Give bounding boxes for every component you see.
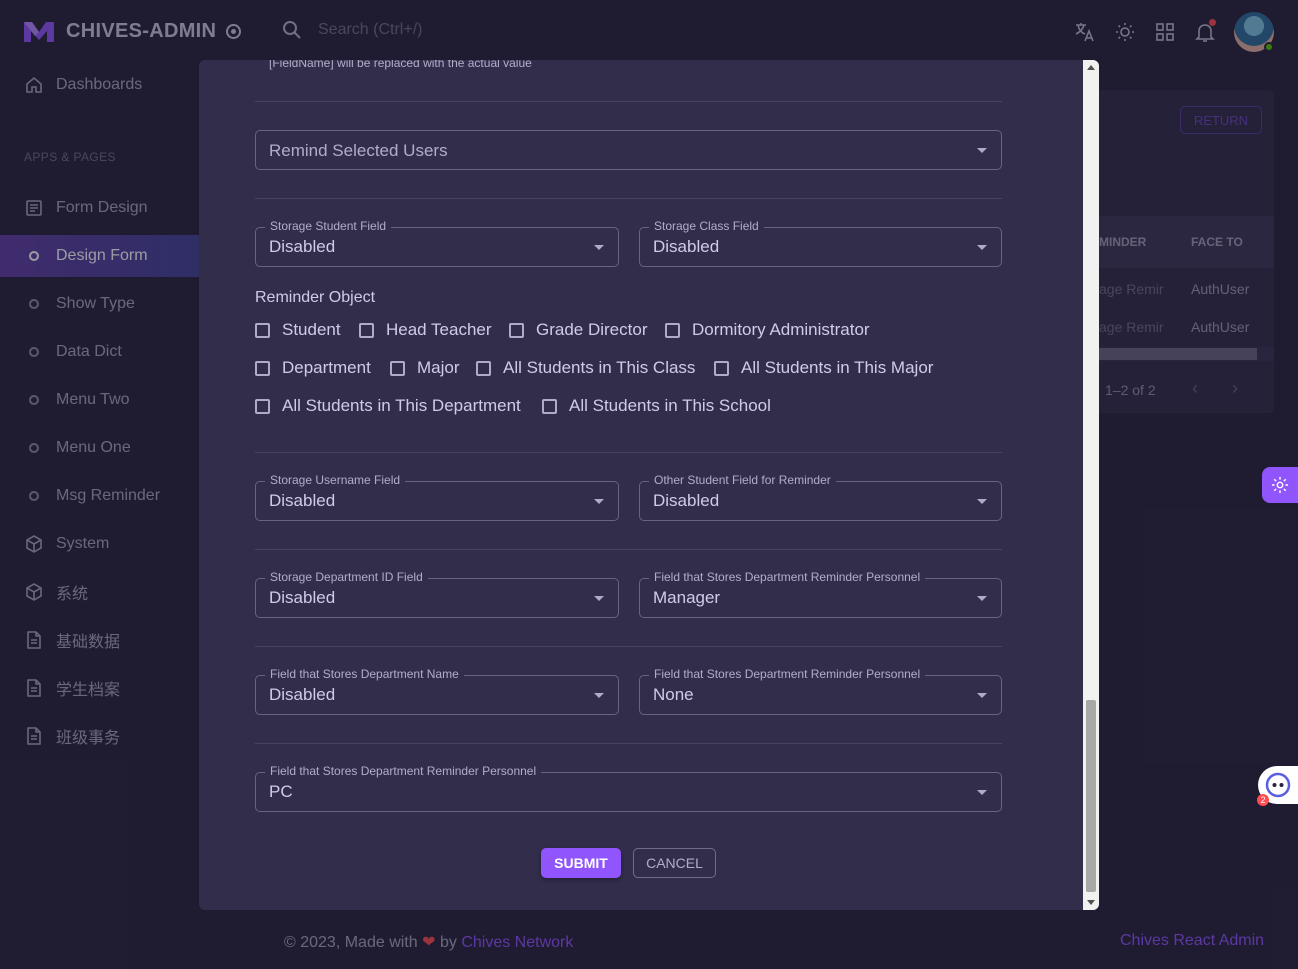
checkbox-grade-director[interactable]: Grade Director — [509, 320, 647, 340]
checkbox-major[interactable]: Major — [390, 358, 460, 378]
submit-button[interactable]: SUBMIT — [541, 848, 621, 878]
dialog-scrollbar[interactable] — [1083, 60, 1099, 910]
checkbox-icon[interactable] — [255, 322, 270, 338]
field-value: Disabled — [269, 685, 336, 704]
checkbox-label: Major — [417, 358, 460, 377]
checkbox-label: All Students in This School — [569, 396, 771, 415]
checkbox-icon[interactable] — [255, 360, 270, 376]
field-label: Other Student Field for Reminder — [649, 473, 836, 487]
checkbox-icon[interactable] — [509, 322, 524, 338]
field-label: Field that Stores Department Name — [265, 667, 464, 681]
field-value: None — [653, 685, 694, 704]
checkbox-all-students-school[interactable]: All Students in This School — [542, 396, 771, 416]
storage-student-field-select[interactable]: Storage Student Field Disabled — [255, 219, 619, 267]
storage-department-id-select[interactable]: Storage Department ID Field Disabled — [255, 570, 619, 618]
checkbox-label: Grade Director — [536, 320, 648, 339]
divider — [255, 198, 1002, 199]
divider — [255, 101, 1002, 102]
checkbox-icon[interactable] — [390, 360, 405, 376]
department-name-select[interactable]: Field that Stores Department Name Disabl… — [255, 667, 619, 715]
storage-class-field-select[interactable]: Storage Class Field Disabled — [639, 219, 1002, 267]
customizer-gear-icon[interactable] — [1262, 467, 1298, 503]
field-value: Disabled — [269, 491, 336, 510]
checkbox-all-students-department[interactable]: All Students in This Department — [255, 396, 521, 416]
checkbox-label: All Students in This Major — [741, 358, 934, 377]
chevron-down-icon — [977, 790, 987, 795]
field-value: PC — [269, 782, 293, 801]
chevron-down-icon — [594, 499, 604, 504]
department-reminder-personnel-select[interactable]: Field that Stores Department Reminder Pe… — [639, 570, 1002, 618]
field-value: Disabled — [269, 237, 336, 256]
checkbox-all-students-class[interactable]: All Students in This Class — [476, 358, 695, 378]
divider — [255, 743, 1002, 744]
department-reminder-personnel-select-3[interactable]: Field that Stores Department Reminder Pe… — [255, 764, 1002, 812]
chevron-down-icon — [594, 596, 604, 601]
checkbox-label: Department — [282, 358, 371, 377]
field-value: Disabled — [653, 491, 720, 510]
field-label: Storage Student Field — [265, 219, 392, 233]
storage-username-field-select[interactable]: Storage Username Field Disabled — [255, 473, 619, 521]
cancel-button[interactable]: CANCEL — [633, 848, 716, 878]
divider — [255, 549, 1002, 550]
checkbox-label: Student — [282, 320, 341, 339]
checkbox-dormitory-administrator[interactable]: Dormitory Administrator — [665, 320, 870, 340]
field-value: Disabled — [269, 588, 336, 607]
checkbox-label: All Students in This Class — [503, 358, 696, 377]
field-hint: [FieldName] will be replaced with the ac… — [269, 60, 532, 70]
reminder-object-title: Reminder Object — [255, 289, 376, 306]
checkbox-label: Dormitory Administrator — [692, 320, 870, 339]
department-reminder-personnel-select-2[interactable]: Field that Stores Department Reminder Pe… — [639, 667, 1002, 715]
form-dialog: [FieldName] will be replaced with the ac… — [199, 60, 1099, 910]
field-label: Field that Stores Department Reminder Pe… — [649, 667, 926, 681]
chevron-down-icon — [977, 499, 987, 504]
divider — [255, 646, 1002, 647]
scrollbar-thumb[interactable] — [1086, 700, 1096, 892]
checkbox-student[interactable]: Student — [255, 320, 341, 340]
chevron-down-icon — [977, 245, 987, 250]
chevron-down-icon — [977, 596, 987, 601]
field-value: Disabled — [653, 237, 720, 256]
remind-users-select[interactable]: Remind Selected Users — [255, 130, 1002, 170]
divider — [255, 452, 1002, 453]
scroll-up-icon[interactable] — [1087, 65, 1095, 70]
chevron-down-icon — [594, 693, 604, 698]
checkbox-icon[interactable] — [255, 398, 270, 414]
scroll-down-icon[interactable] — [1087, 900, 1095, 905]
field-value: Manager — [653, 588, 721, 607]
chat-badge: 2 — [1257, 794, 1269, 806]
select-placeholder: Remind Selected Users — [269, 141, 448, 160]
chevron-down-icon — [977, 693, 987, 698]
field-label: Storage Class Field — [649, 219, 764, 233]
checkbox-head-teacher[interactable]: Head Teacher — [359, 320, 492, 340]
checkbox-icon[interactable] — [665, 322, 680, 338]
other-student-field-select[interactable]: Other Student Field for Reminder Disable… — [639, 473, 1002, 521]
checkbox-icon[interactable] — [542, 398, 557, 414]
checkbox-label: Head Teacher — [386, 320, 492, 339]
field-label: Field that Stores Department Reminder Pe… — [649, 570, 926, 584]
checkbox-icon[interactable] — [714, 360, 729, 376]
field-label: Storage Username Field — [265, 473, 406, 487]
checkbox-label: All Students in This Department — [282, 396, 521, 415]
checkbox-department[interactable]: Department — [255, 358, 371, 378]
field-label: Storage Department ID Field — [265, 570, 428, 584]
chevron-down-icon — [594, 245, 604, 250]
field-label: Field that Stores Department Reminder Pe… — [265, 764, 542, 778]
checkbox-icon[interactable] — [359, 322, 374, 338]
checkbox-all-students-major[interactable]: All Students in This Major — [714, 358, 933, 378]
checkbox-icon[interactable] — [476, 360, 491, 376]
chevron-down-icon — [977, 148, 987, 153]
